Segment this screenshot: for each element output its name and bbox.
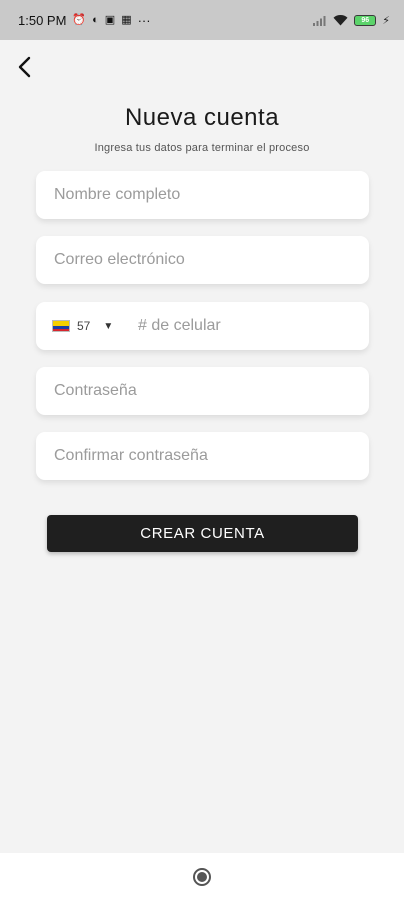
full-name-input[interactable] <box>52 185 369 205</box>
phone-field-container: 57 ▼ <box>36 302 369 350</box>
battery-icon: 96 <box>354 14 377 26</box>
back-button[interactable] <box>10 52 40 82</box>
page-title: Nueva cuenta <box>124 104 280 131</box>
country-code: 57 <box>77 319 91 333</box>
battery-level: 96 <box>361 16 370 24</box>
signal-icon <box>313 15 326 26</box>
wifi-icon <box>333 14 348 26</box>
confirm-password-field-container <box>36 432 369 480</box>
home-button[interactable] <box>193 867 211 886</box>
navigation-bar <box>0 853 404 900</box>
confirm-password-input[interactable] <box>52 446 369 466</box>
status-bar-right: 96 ⚡ <box>313 14 390 27</box>
phone-input[interactable] <box>136 316 369 336</box>
full-name-field-container <box>36 171 369 219</box>
home-icon <box>197 871 207 882</box>
status-bar: 1:50 PM ⏰ ◐ ▣ ▦ ··· 96 ⚡ <box>0 0 404 40</box>
vpn-icon: ◐ <box>92 13 99 26</box>
country-code-selector[interactable]: 57 ▼ <box>52 319 136 333</box>
colombia-flag-icon <box>52 320 70 332</box>
email-input[interactable] <box>52 250 369 270</box>
password-field-container <box>36 367 369 415</box>
overflow-dots: ··· <box>137 12 151 28</box>
caret-down-icon: ▼ <box>103 320 114 332</box>
chevron-left-icon <box>18 56 31 78</box>
status-time: 1:50 PM <box>18 12 67 28</box>
status-bar-left: 1:50 PM ⏰ ◐ ▣ ▦ ··· <box>18 13 151 28</box>
qr-icon: ▦ <box>121 13 132 26</box>
cast-icon: ▣ <box>104 13 116 26</box>
alarm-icon: ⏰ <box>72 13 87 26</box>
password-input[interactable] <box>52 381 369 401</box>
charging-icon: ⚡ <box>382 14 390 27</box>
create-account-button[interactable]: CREAR CUENTA <box>47 515 358 552</box>
email-field-container <box>36 236 369 284</box>
page-subtitle: Ingresa tus datos para terminar el proce… <box>94 142 310 154</box>
